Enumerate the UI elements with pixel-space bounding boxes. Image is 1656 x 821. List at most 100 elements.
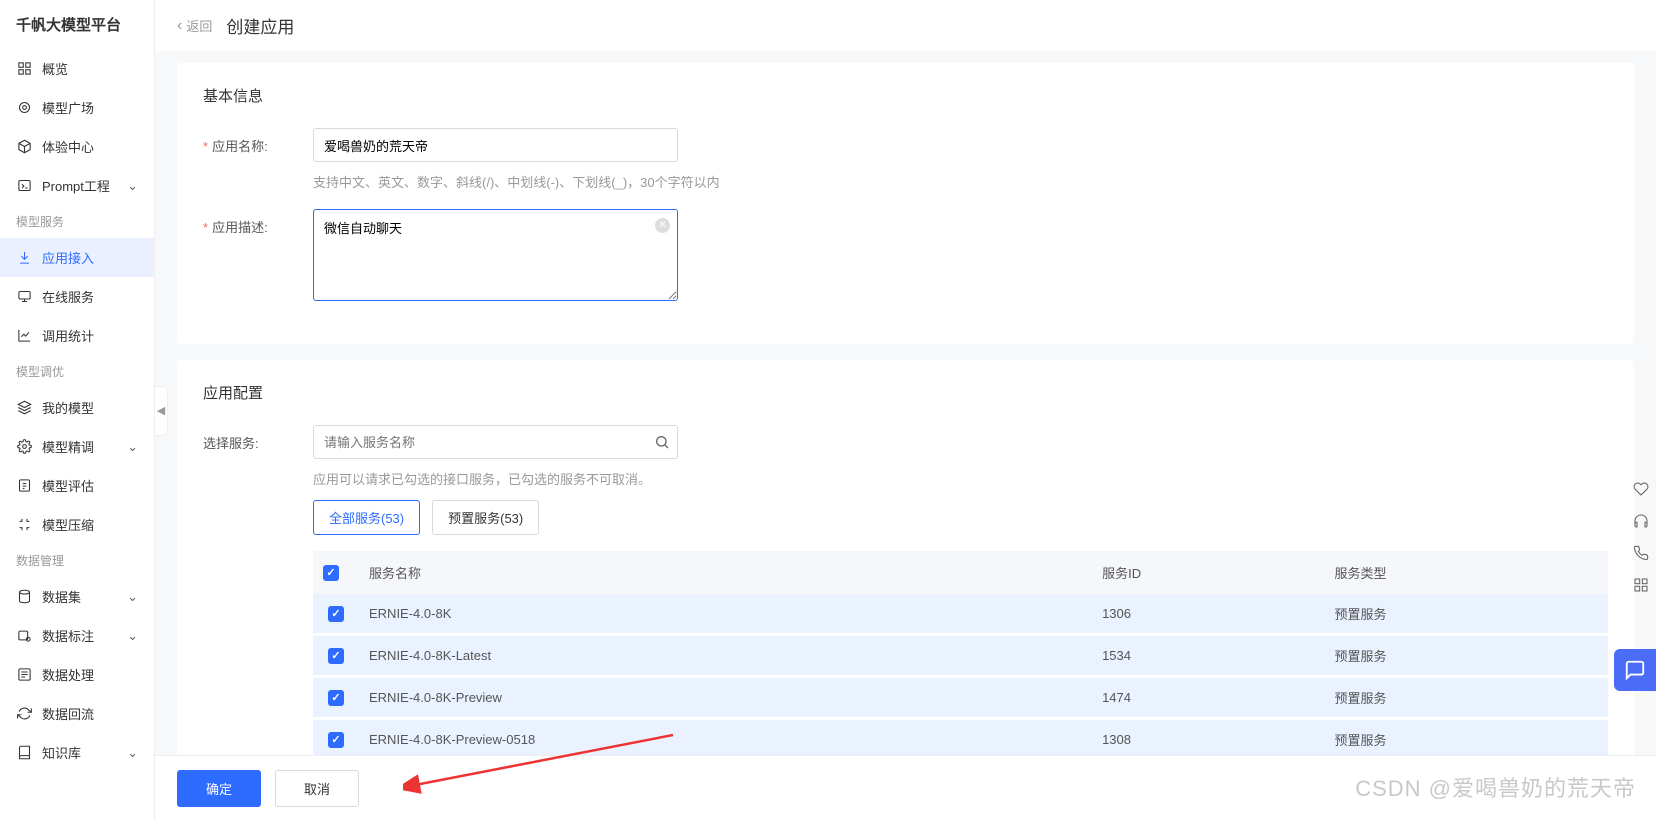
sidebar-item-book[interactable]: 知识库 ⌄ bbox=[0, 733, 154, 772]
cell-service-id: 1474 bbox=[1092, 677, 1324, 719]
col-service-type: 服务类型 bbox=[1324, 551, 1608, 594]
cube-icon bbox=[16, 139, 32, 155]
service-table: 服务名称 服务ID 服务类型 ERNIE-4.0-8K 1306 预置服务 ER… bbox=[313, 551, 1608, 755]
footer-bar: 确定 取消 bbox=[155, 755, 1656, 821]
heart-icon[interactable] bbox=[1632, 480, 1650, 498]
annotate-icon bbox=[16, 628, 32, 644]
cell-service-name: ERNIE-4.0-8K-Preview-0518 bbox=[359, 719, 1092, 756]
sidebar-item-label: 应用接入 bbox=[42, 248, 94, 267]
sidebar-item-label: 概览 bbox=[42, 59, 68, 78]
row-checkbox[interactable] bbox=[328, 606, 344, 622]
sidebar: 千帆大模型平台 概览模型广场体验中心Prompt工程⌄ 模型服务 应用接入在线服… bbox=[0, 0, 155, 821]
select-all-checkbox[interactable] bbox=[323, 565, 339, 581]
table-row: ERNIE-4.0-8K-Preview-0518 1308 预置服务 bbox=[313, 719, 1608, 756]
chevron-down-icon: ⌄ bbox=[127, 745, 138, 761]
app-name-label: 应用名称: bbox=[203, 128, 313, 191]
col-service-id: 服务ID bbox=[1092, 551, 1324, 594]
download-icon bbox=[16, 250, 32, 266]
service-tab[interactable]: 全部服务(53) bbox=[313, 500, 420, 535]
sidebar-item-label: 数据处理 bbox=[42, 665, 94, 684]
sidebar-collapse-handle[interactable]: ◀ bbox=[154, 386, 168, 436]
chevron-down-icon: ⌄ bbox=[127, 589, 138, 605]
cell-service-id: 1534 bbox=[1092, 635, 1324, 677]
basic-info-title: 基本信息 bbox=[203, 85, 1608, 106]
service-tab[interactable]: 预置服务(53) bbox=[432, 500, 539, 535]
compress-icon bbox=[16, 517, 32, 533]
sidebar-item-compress[interactable]: 模型压缩 bbox=[0, 505, 154, 544]
sidebar-item-download[interactable]: 应用接入 bbox=[0, 238, 154, 277]
table-row: ERNIE-4.0-8K 1306 预置服务 bbox=[313, 594, 1608, 635]
row-checkbox[interactable] bbox=[328, 648, 344, 664]
main-content: 基本信息 应用名称: 支持中文、英文、数字、斜线(/)、中划线(-)、下划线(_… bbox=[155, 51, 1656, 755]
target-icon bbox=[16, 100, 32, 116]
right-rail bbox=[1626, 480, 1656, 594]
chat-fab-button[interactable] bbox=[1614, 649, 1656, 691]
sidebar-item-monitor[interactable]: 在线服务 bbox=[0, 277, 154, 316]
phone-icon[interactable] bbox=[1632, 544, 1650, 562]
qr-icon[interactable] bbox=[1632, 576, 1650, 594]
service-search-input[interactable] bbox=[313, 425, 678, 459]
eval-icon bbox=[16, 478, 32, 494]
sidebar-item-label: 模型评估 bbox=[42, 476, 94, 495]
cell-service-name: ERNIE-4.0-8K-Preview bbox=[359, 677, 1092, 719]
sidebar-item-refresh[interactable]: 数据回流 bbox=[0, 694, 154, 733]
sidebar-item-grid[interactable]: 概览 bbox=[0, 49, 154, 88]
sidebar-item-process[interactable]: 数据处理 bbox=[0, 655, 154, 694]
page-title: 创建应用 bbox=[226, 13, 294, 38]
clear-textarea-icon[interactable]: ✕ bbox=[655, 218, 670, 233]
sidebar-item-chart[interactable]: 调用统计 bbox=[0, 316, 154, 355]
sidebar-item-target[interactable]: 模型广场 bbox=[0, 88, 154, 127]
col-service-name: 服务名称 bbox=[359, 551, 1092, 594]
sidebar-item-prompt[interactable]: Prompt工程⌄ bbox=[0, 166, 154, 205]
row-checkbox[interactable] bbox=[328, 732, 344, 748]
section-model-service: 模型服务 bbox=[0, 205, 154, 238]
sidebar-item-label: 我的模型 bbox=[42, 398, 94, 417]
db-icon bbox=[16, 589, 32, 605]
row-checkbox[interactable] bbox=[328, 690, 344, 706]
cell-service-type: 预置服务 bbox=[1324, 677, 1608, 719]
sidebar-item-label: 知识库 bbox=[42, 743, 81, 762]
select-service-label: 选择服务: bbox=[203, 425, 313, 755]
headset-icon[interactable] bbox=[1632, 512, 1650, 530]
cell-service-type: 预置服务 bbox=[1324, 719, 1608, 756]
app-config-title: 应用配置 bbox=[203, 382, 1608, 403]
search-icon[interactable] bbox=[654, 434, 670, 450]
book-icon bbox=[16, 745, 32, 761]
sidebar-item-label: 模型压缩 bbox=[42, 515, 94, 534]
section-data: 数据管理 bbox=[0, 544, 154, 577]
service-helper-text: 应用可以请求已勾选的接口服务，已勾选的服务不可取消。 bbox=[313, 469, 1608, 488]
app-name-hint: 支持中文、英文、数字、斜线(/)、中划线(-)、下划线(_)，30个字符以内 bbox=[313, 172, 720, 191]
chevron-down-icon: ⌄ bbox=[127, 178, 138, 194]
app-config-card: 应用配置 选择服务: 应用可以请求已勾选的接口服务，已勾选的服务不可取消。 全部… bbox=[177, 360, 1634, 755]
sidebar-item-db[interactable]: 数据集⌄ bbox=[0, 577, 154, 616]
basic-info-card: 基本信息 应用名称: 支持中文、英文、数字、斜线(/)、中划线(-)、下划线(_… bbox=[177, 63, 1634, 344]
layers-icon bbox=[16, 400, 32, 416]
sidebar-item-label: 数据标注 bbox=[42, 626, 94, 645]
app-desc-textarea[interactable]: 微信自动聊天 bbox=[313, 209, 678, 301]
sidebar-item-annotate[interactable]: 数据标注⌄ bbox=[0, 616, 154, 655]
sidebar-item-label: 数据回流 bbox=[42, 704, 94, 723]
confirm-button[interactable]: 确定 bbox=[177, 770, 261, 807]
cell-service-id: 1306 bbox=[1092, 594, 1324, 635]
sidebar-item-label: 调用统计 bbox=[42, 326, 94, 345]
sidebar-item-label: 模型精调 bbox=[42, 437, 94, 456]
breadcrumb: 返回 创建应用 bbox=[155, 0, 1656, 51]
grid-icon bbox=[16, 61, 32, 77]
sidebar-item-layers[interactable]: 我的模型 bbox=[0, 388, 154, 427]
cell-service-id: 1308 bbox=[1092, 719, 1324, 756]
app-name-input[interactable] bbox=[313, 128, 678, 162]
sidebar-item-gear[interactable]: 模型精调 ⌄ bbox=[0, 427, 154, 466]
cell-service-type: 预置服务 bbox=[1324, 594, 1608, 635]
section-model-tune: 模型调优 bbox=[0, 355, 154, 388]
cell-service-name: ERNIE-4.0-8K bbox=[359, 594, 1092, 635]
sidebar-item-label: 在线服务 bbox=[42, 287, 94, 306]
chart-icon bbox=[16, 328, 32, 344]
sidebar-item-cube[interactable]: 体验中心 bbox=[0, 127, 154, 166]
cancel-button[interactable]: 取消 bbox=[275, 770, 359, 807]
chevron-down-icon: ⌄ bbox=[127, 439, 138, 455]
app-desc-label: 应用描述: bbox=[203, 209, 313, 304]
gear-icon bbox=[16, 439, 32, 455]
back-link[interactable]: 返回 bbox=[177, 16, 212, 35]
process-icon bbox=[16, 667, 32, 683]
sidebar-item-eval[interactable]: 模型评估 bbox=[0, 466, 154, 505]
